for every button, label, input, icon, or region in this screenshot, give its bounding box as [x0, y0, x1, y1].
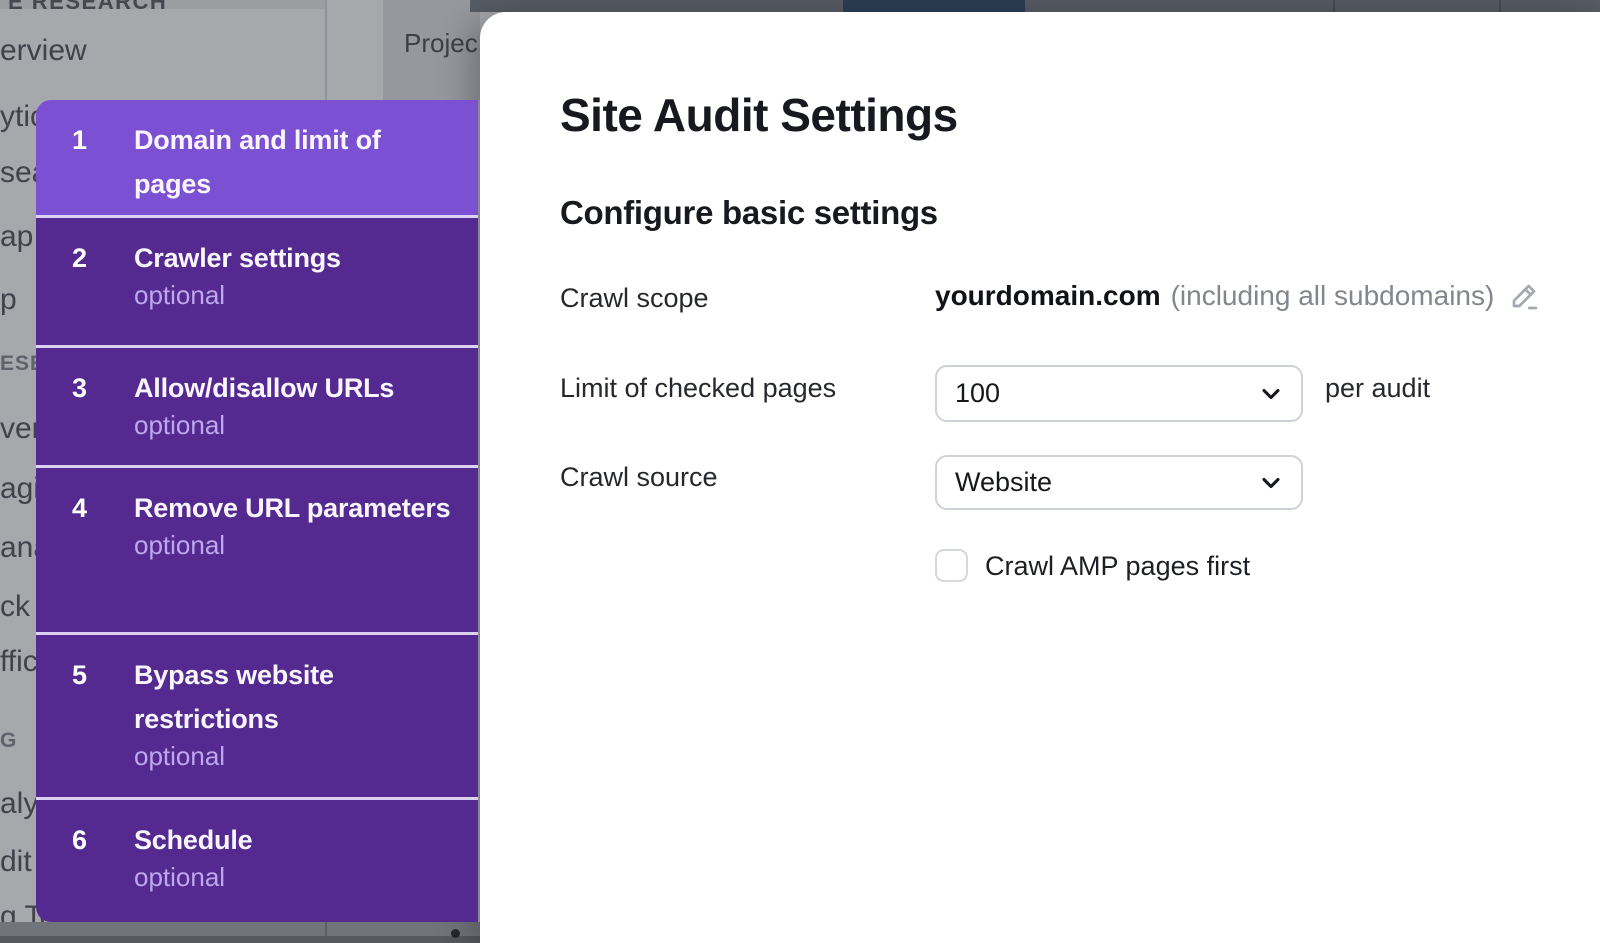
- crawl-scope-value: yourdomain.com (including all subdomains…: [935, 280, 1540, 312]
- step-number: 2: [72, 236, 134, 345]
- step-title: Bypass website restrictions: [134, 660, 334, 734]
- background-content-panel: Projec: [383, 0, 480, 100]
- step-optional-label: optional: [134, 410, 225, 440]
- sidebar-item-fragment: aly: [0, 787, 38, 821]
- sidebar-section-fragment: G: [0, 729, 17, 753]
- crawl-scope-label: Crawl scope: [560, 283, 709, 314]
- step-optional-label: optional: [134, 741, 225, 771]
- step-optional-label: optional: [134, 280, 225, 310]
- stepper-item-schedule[interactable]: 6 Schedule optional: [36, 800, 478, 922]
- step-title: Allow/disallow URLs: [134, 373, 394, 403]
- crawl-source-select[interactable]: Website: [935, 455, 1303, 510]
- top-bar-separator: [1333, 0, 1335, 12]
- crawl-scope-domain: yourdomain.com: [935, 280, 1161, 312]
- step-number: 1: [72, 118, 134, 215]
- step-number: 4: [72, 486, 134, 632]
- sidebar-item-fragment: p: [0, 283, 17, 317]
- screen: E RESEARCH Projec erview ytic sea ap p E…: [0, 0, 1600, 943]
- settings-stepper: 1 Domain and limit of pages 2 Crawler se…: [36, 100, 478, 922]
- step-number: 5: [72, 653, 134, 797]
- limit-select[interactable]: 100: [935, 365, 1303, 422]
- stepper-item-remove-url-parameters[interactable]: 4 Remove URL parameters optional: [36, 468, 478, 635]
- crawl-amp-checkbox[interactable]: [935, 549, 968, 582]
- background-section-header-fragment: E RESEARCH: [8, 0, 167, 15]
- per-audit-suffix: per audit: [1325, 373, 1430, 404]
- app-top-bar: [470, 0, 1600, 12]
- stepper-item-crawler-settings[interactable]: 2 Crawler settings optional: [36, 218, 478, 348]
- sidebar-item-fragment: agi: [0, 472, 40, 506]
- limit-of-checked-pages-label: Limit of checked pages: [560, 373, 836, 404]
- sidebar-item-fragment: erview: [0, 34, 87, 68]
- step-title: Crawler settings: [134, 243, 341, 273]
- sidebar-item-fragment: ck: [0, 590, 30, 624]
- sidebar-item-fragment: dit: [0, 845, 32, 879]
- chevron-down-icon: [1257, 380, 1285, 408]
- crawl-source-select-value: Website: [955, 467, 1052, 498]
- step-title: Schedule: [134, 825, 252, 855]
- crawl-source-label: Crawl source: [560, 462, 718, 493]
- step-title: Remove URL parameters: [134, 493, 450, 523]
- edit-pencil-icon[interactable]: [1508, 280, 1540, 312]
- sidebar-item-fragment: ffic: [0, 645, 38, 679]
- limit-select-value: 100: [955, 378, 1000, 409]
- step-number: 6: [72, 818, 134, 922]
- background-dot: [451, 929, 460, 938]
- stepper-item-domain-and-limit[interactable]: 1 Domain and limit of pages: [36, 100, 478, 218]
- step-optional-label: optional: [134, 862, 225, 892]
- step-optional-label: optional: [134, 530, 225, 560]
- modal-title: Site Audit Settings: [560, 88, 958, 142]
- site-audit-settings-modal: Site Audit Settings Configure basic sett…: [480, 12, 1600, 943]
- background-vertical-divider: [325, 0, 327, 100]
- section-title: Configure basic settings: [560, 194, 938, 232]
- sidebar-item-fragment: ap: [0, 220, 33, 254]
- top-bar-separator: [1499, 0, 1501, 12]
- crawl-scope-note: (including all subdomains): [1171, 280, 1495, 312]
- crawl-amp-label: Crawl AMP pages first: [985, 551, 1250, 582]
- stepper-item-allow-disallow-urls[interactable]: 3 Allow/disallow URLs optional: [36, 348, 478, 468]
- stepper-item-bypass-website-restrictions[interactable]: 5 Bypass website restrictions optional: [36, 635, 478, 800]
- step-title: Domain and limit of pages: [134, 125, 381, 199]
- app-top-bar-segment: [843, 0, 1025, 12]
- background-bottom-strip: [0, 936, 488, 943]
- step-number: 3: [72, 366, 134, 465]
- chevron-down-icon: [1257, 469, 1285, 497]
- projects-tab-fragment: Projec: [404, 28, 478, 59]
